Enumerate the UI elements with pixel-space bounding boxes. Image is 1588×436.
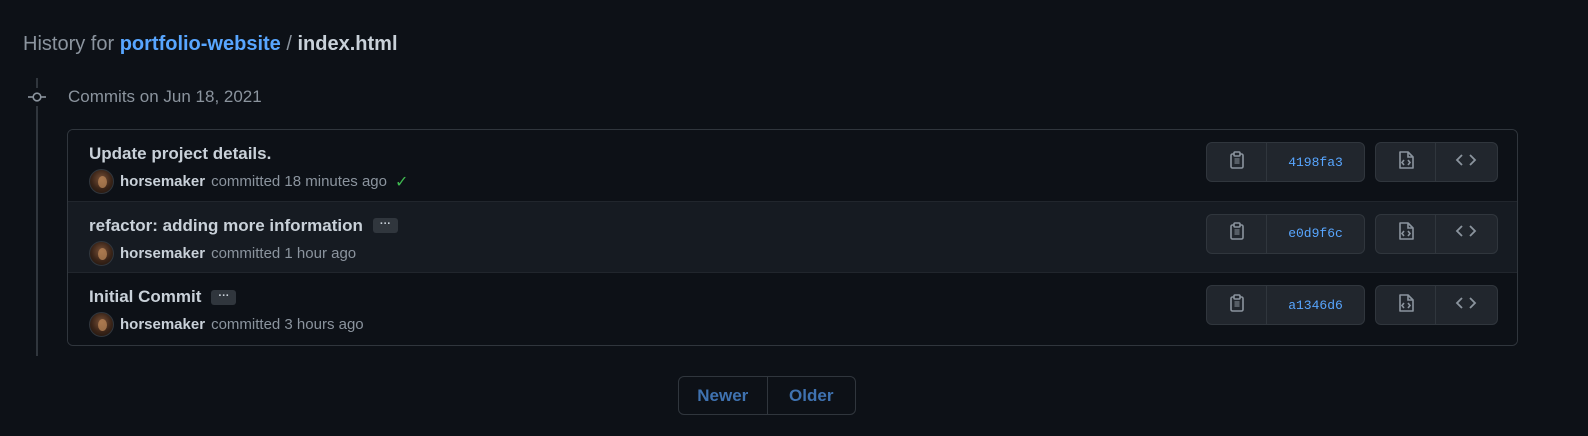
commit-sha-link[interactable]: a1346d6 (1267, 286, 1364, 324)
browse-button-group (1375, 285, 1498, 326)
avatar[interactable] (89, 240, 114, 266)
browse-repo-button[interactable] (1436, 215, 1496, 253)
clipboard-icon (1229, 294, 1245, 317)
commit-list: Update project details. horsemaker commi… (67, 129, 1518, 346)
commit-message-link[interactable]: refactor: adding more information (89, 216, 363, 236)
view-file-button[interactable] (1376, 143, 1436, 181)
commit-row: Initial Commit ··· horsemaker committed … (68, 273, 1517, 345)
file-code-icon (1396, 293, 1416, 318)
commit-author[interactable]: horsemaker (120, 316, 205, 333)
page-title: History for portfolio-website / index.ht… (23, 32, 398, 56)
commit-sha-link[interactable]: e0d9f6c (1267, 215, 1364, 253)
commit-history-page: History for portfolio-website / index.ht… (0, 0, 1588, 436)
commit-message-link[interactable]: Update project details. (89, 144, 271, 164)
expand-message-button[interactable]: ··· (372, 218, 398, 234)
commit-sha-link[interactable]: 4198fa3 (1267, 143, 1364, 181)
browse-button-group (1375, 213, 1498, 254)
file-code-icon (1396, 150, 1416, 175)
commit-time: committed 3 hours ago (211, 316, 364, 334)
commit-row: Update project details. horsemaker commi… (68, 130, 1517, 202)
avatar[interactable] (89, 312, 114, 338)
browse-repo-button[interactable] (1436, 286, 1496, 324)
file-code-icon (1396, 221, 1416, 246)
commit-row: refactor: adding more information ··· ho… (68, 201, 1517, 274)
file-name: index.html (297, 33, 398, 55)
commit-group-date: Commits on Jun 18, 2021 (68, 87, 262, 106)
browse-button-group (1375, 142, 1498, 182)
repo-link[interactable]: portfolio-website (120, 33, 281, 55)
older-button[interactable]: Older (768, 377, 856, 414)
commit-author[interactable]: horsemaker (120, 173, 205, 190)
code-icon (1455, 295, 1477, 316)
commit-message-link[interactable]: Initial Commit (89, 287, 201, 307)
timeline-line (36, 78, 38, 356)
browse-repo-button[interactable] (1436, 143, 1496, 181)
copy-sha-button[interactable] (1207, 286, 1267, 325)
sha-button-group: e0d9f6c (1206, 213, 1365, 254)
path-separator: / (286, 33, 292, 55)
avatar[interactable] (89, 169, 114, 194)
code-icon (1455, 152, 1477, 173)
copy-sha-button[interactable] (1207, 143, 1267, 181)
expand-message-button[interactable]: ··· (211, 289, 237, 305)
commit-time: committed 18 minutes ago (211, 173, 387, 190)
git-commit-icon (28, 88, 46, 106)
title-prefix: History for (23, 33, 115, 55)
view-file-button[interactable] (1376, 214, 1436, 253)
newer-button[interactable]: Newer (679, 377, 768, 414)
copy-sha-button[interactable] (1207, 214, 1267, 253)
code-icon (1455, 223, 1477, 244)
view-file-button[interactable] (1376, 286, 1436, 325)
clipboard-icon (1229, 222, 1245, 245)
pagination: Newer Older (678, 376, 856, 415)
sha-button-group: 4198fa3 (1206, 142, 1365, 182)
commit-time: committed 1 hour ago (211, 244, 357, 262)
check-icon[interactable]: ✓ (395, 172, 408, 192)
commit-author[interactable]: horsemaker (120, 245, 205, 262)
clipboard-icon (1229, 150, 1245, 174)
sha-button-group: a1346d6 (1206, 285, 1365, 326)
